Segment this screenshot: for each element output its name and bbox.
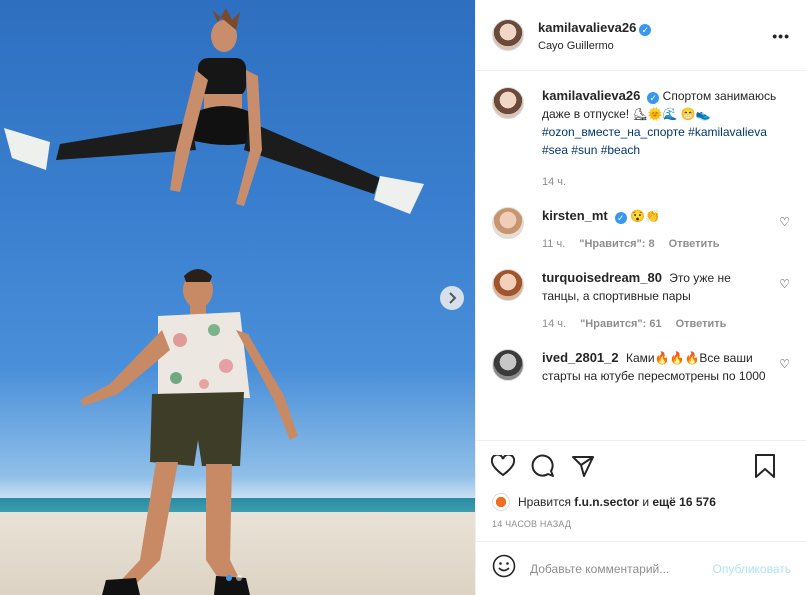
chevron-right-icon [449,292,457,304]
comment-button[interactable] [530,453,556,479]
bookmark-icon [755,454,775,478]
next-photo-button[interactable] [440,286,464,310]
more-options-icon[interactable]: ••• [772,28,790,44]
comment-item: kirsten_mt ✓ 😯👏 11 ч. "Нравится": 8 Ответ… [492,207,790,253]
comment-item: ived_2801_2 Ками🔥🔥🔥Все ваши старты на ют… [492,349,790,385]
comment-input[interactable] [530,561,713,576]
add-comment-bar: Опубликовать [476,541,806,595]
likes-prefix: Нравится [518,495,571,509]
verified-badge-icon: ✓ [647,92,660,104]
photo-figures [4,8,424,595]
comment-likes[interactable]: "Нравится": 61 [580,315,661,333]
post-modal: kamilavalieva26 ✓ Cayo Guillermo ••• kami… [0,0,806,595]
post-sidebar: kamilavalieva26 ✓ Cayo Guillermo ••• kami… [475,0,806,595]
avatar[interactable] [492,493,510,511]
avatar[interactable] [492,19,524,51]
comment-username[interactable]: turquoisedream_80 [542,270,662,285]
carousel-dots [226,575,242,581]
likes-summary: Нравится f.u.n.sector и ещё 16 576 [476,491,806,513]
verified-badge-icon: ✓ [639,23,652,36]
save-button[interactable] [752,453,778,479]
avatar[interactable] [492,349,524,381]
post-location[interactable]: Cayo Guillermo [538,40,651,52]
comment-time[interactable]: 11 ч. [542,235,565,253]
caption: kamilavalieva26 ✓ Спортом занимаюсь даже … [492,87,790,191]
publish-button[interactable]: Опубликовать [713,562,791,576]
avatar[interactable] [492,207,524,239]
carousel-dot [226,575,232,581]
man-figure [80,269,298,595]
caption-time[interactable]: 14 ч. [542,173,566,191]
verified-badge-icon: ✓ [614,212,627,224]
likes-user[interactable]: f.u.n.sector [574,495,639,509]
post-timestamp[interactable]: 14 ЧАСОВ НАЗАД [476,513,806,529]
avatar[interactable] [492,87,524,119]
comments-list[interactable]: kamilavalieva26 ✓ Спортом занимаюсь даже … [476,71,806,441]
heart-icon[interactable]: ♡ [779,277,790,291]
like-button[interactable] [490,453,516,479]
post-photo[interactable] [0,0,475,595]
likes-and: и [642,495,650,509]
comment-time[interactable]: 14 ч. [542,315,566,333]
post-actions [476,441,806,491]
comment-likes[interactable]: "Нравится": 8 [579,235,654,253]
heart-icon[interactable]: ♡ [779,357,790,371]
emoji-icon[interactable] [492,554,516,583]
avatar[interactable] [492,269,524,301]
carousel-dot [236,575,242,581]
heart-icon[interactable]: ♡ [779,215,790,229]
caption-username[interactable]: kamilavalieva26 [542,88,640,103]
comment-text: 😯👏 [630,209,660,223]
heart-icon [491,455,515,477]
share-button[interactable] [570,453,596,479]
likes-count[interactable]: ещё 16 576 [652,495,716,509]
reply-button[interactable]: Ответить [669,235,720,253]
post-username[interactable]: kamilavalieva26 [538,20,636,35]
reply-button[interactable]: Ответить [676,315,727,333]
comment-icon [531,454,554,477]
caption-hashtags[interactable]: #ozon_вместе_на_спорте #kamilavalieva #s… [542,125,767,157]
woman-figure [4,8,424,214]
comment-item: turquoisedream_80 Это уже не танцы, а сп… [492,269,790,333]
post-header: kamilavalieva26 ✓ Cayo Guillermo ••• [476,0,806,71]
comment-username[interactable]: kirsten_mt [542,208,608,223]
send-icon [572,456,594,477]
comment-username[interactable]: ived_2801_2 [542,350,619,365]
